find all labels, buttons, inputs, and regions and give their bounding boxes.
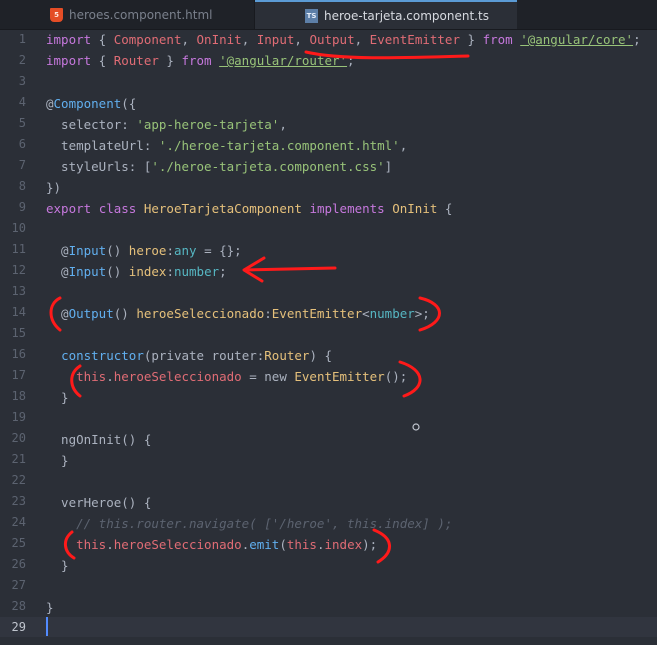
- red-annotations: [49, 50, 470, 564]
- arrow-to-index-input: [243, 266, 337, 272]
- bracket-constructor-left: [70, 364, 82, 398]
- bracket-emit-right: [372, 528, 391, 564]
- bracket-emit-left: [64, 530, 76, 560]
- bracket-output-right: [418, 296, 441, 332]
- bracket-constructor-right: [398, 360, 422, 398]
- underline-output-eventemitter: [304, 50, 470, 60]
- bracket-output-left: [49, 296, 62, 332]
- mouse-cursor-icon: [412, 423, 420, 431]
